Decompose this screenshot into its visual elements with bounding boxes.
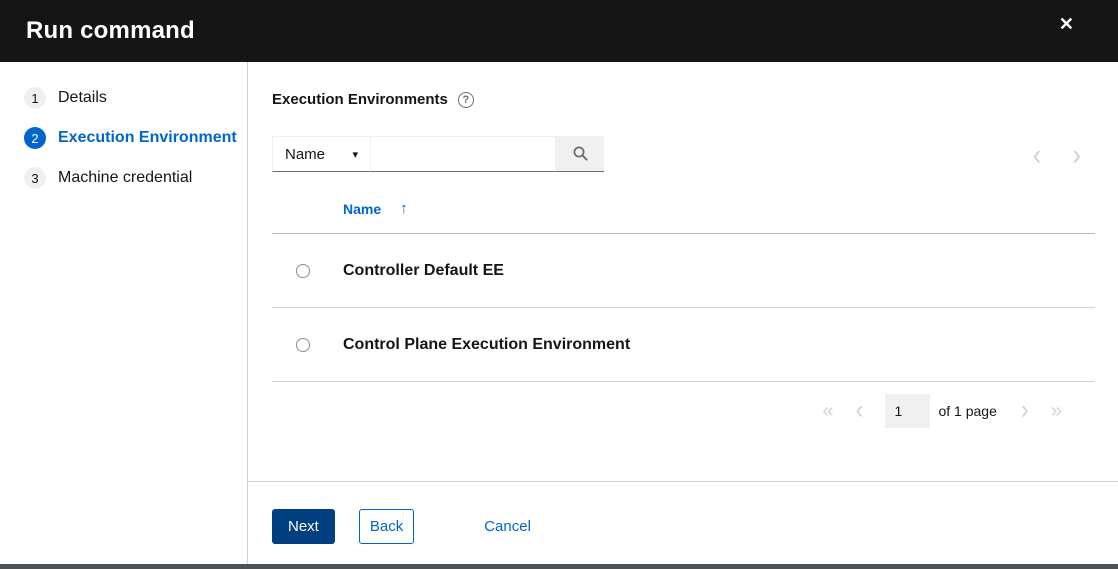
step-number-badge: 3	[24, 167, 46, 189]
step-label: Machine credential	[58, 169, 192, 187]
wizard-step-execution-environment[interactable]: 2 Execution Environment	[24, 127, 247, 149]
filter-dropdown[interactable]: Name ▾	[272, 136, 371, 172]
search-input[interactable]	[371, 136, 556, 172]
first-page-icon[interactable]: «	[822, 403, 833, 419]
radio-button[interactable]	[296, 338, 310, 352]
caret-down-icon: ▾	[352, 148, 358, 161]
top-pagination: ‹ ›	[1033, 136, 1095, 172]
row-label: Controller Default EE	[343, 262, 504, 280]
row-label: Control Plane Execution Environment	[343, 336, 630, 354]
filter-dropdown-label: Name	[285, 146, 325, 163]
page-number-input[interactable]	[885, 394, 930, 428]
wizard-step-machine-credential[interactable]: 3 Machine credential	[24, 167, 247, 189]
run-command-modal: Run command ✕ 1 Details 2 Execution Envi…	[0, 0, 1118, 569]
next-page-icon[interactable]: ›	[1021, 402, 1029, 420]
modal-title: Run command	[26, 17, 195, 45]
filter-toolbar: Name ▾ ‹ ›	[272, 136, 1095, 172]
page-count-label: of 1 page	[938, 403, 996, 419]
close-button[interactable]: ✕	[1055, 11, 1078, 37]
execution-environments-panel: Execution Environments ? Name ▾	[248, 62, 1118, 481]
step-number-badge: 2	[24, 127, 46, 149]
step-number-badge: 1	[24, 87, 46, 109]
table-row[interactable]: Control Plane Execution Environment	[272, 308, 1095, 382]
step-label: Execution Environment	[58, 129, 237, 147]
sort-ascending-icon[interactable]: ↑	[400, 200, 408, 217]
prev-page-icon[interactable]: ‹	[855, 402, 863, 420]
wizard-content-pane: Execution Environments ? Name ▾	[248, 62, 1118, 564]
modal-footer: Next Back Cancel	[248, 481, 1118, 564]
help-icon[interactable]: ?	[458, 92, 474, 108]
bottom-pagination: « ‹ of 1 page › »	[272, 394, 1095, 428]
last-page-icon[interactable]: »	[1051, 403, 1062, 419]
close-icon: ✕	[1059, 14, 1074, 34]
radio-button[interactable]	[296, 264, 310, 278]
wizard-step-details[interactable]: 1 Details	[24, 87, 247, 109]
cancel-button[interactable]: Cancel	[484, 509, 531, 544]
table-row[interactable]: Controller Default EE	[272, 234, 1095, 308]
modal-body: 1 Details 2 Execution Environment 3 Mach…	[0, 62, 1118, 564]
step-label: Details	[58, 89, 107, 107]
chevron-right-icon[interactable]: ›	[1072, 143, 1081, 166]
table-header-row: Name ↑	[272, 200, 1095, 234]
search-icon	[572, 145, 589, 162]
modal-header: Run command ✕	[0, 0, 1118, 62]
bottom-edge-bar	[0, 564, 1118, 569]
back-button[interactable]: Back	[359, 509, 414, 544]
section-heading: Execution Environments	[272, 91, 448, 108]
chevron-left-icon[interactable]: ‹	[1033, 143, 1042, 166]
wizard-steps-sidebar: 1 Details 2 Execution Environment 3 Mach…	[0, 62, 248, 564]
search-button[interactable]	[556, 136, 604, 172]
next-button[interactable]: Next	[272, 509, 335, 544]
section-heading-row: Execution Environments ?	[272, 62, 1095, 108]
column-header-name[interactable]: Name	[343, 201, 381, 217]
